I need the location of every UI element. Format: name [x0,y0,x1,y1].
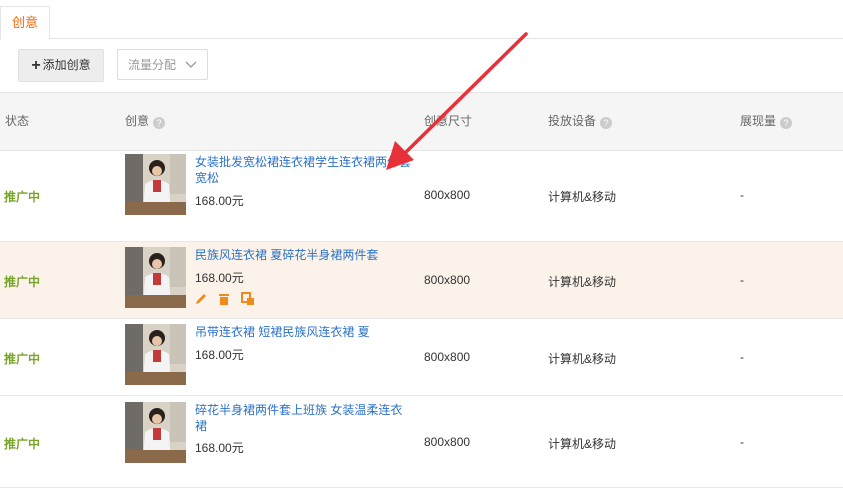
creative-title-link[interactable]: 碎花半身裙两件套上班族 女装温柔连衣裙 [195,402,410,434]
creative-title-link[interactable]: 吊带连衣裙 短裙民族风连衣裙 夏 [195,324,415,340]
device-text: 计算机&移动 [548,437,617,451]
price-text: 168.00元 [195,348,244,362]
impressions-text: - [740,435,744,449]
edit-icon[interactable] [194,292,208,309]
table-row: 推广中 民族风连衣裙 夏碎花半身裙两件套 168.00元 800x800 计算机… [0,242,843,319]
product-thumbnail[interactable] [125,154,186,215]
header-device-label: 投放设备 [548,114,597,128]
size-text: 800x800 [424,435,471,449]
header-impressions-label: 展现量 [740,114,777,128]
help-icon[interactable]: ? [153,117,166,129]
status-text: 推广中 [4,437,41,451]
traffic-allocation-select[interactable]: 流量分配 [117,49,208,80]
status-text: 推广中 [4,190,41,204]
chevron-down-icon [185,61,197,68]
size-text: 800x800 [424,188,471,202]
help-icon[interactable]: ? [600,117,613,129]
table-row: 推广中 碎花半身裙两件套上班族 女装温柔连衣裙 168.00元 800x800 … [0,396,843,488]
toolbar: + 添加创意 流量分配 [0,39,843,91]
tab-bar: 创意 [0,0,843,40]
creative-title-link[interactable]: 民族风连衣裙 夏碎花半身裙两件套 [195,247,415,263]
plus-icon: + [31,57,41,74]
table-row: 推广中 吊带连衣裙 短裙民族风连衣裙 夏 168.00元 800x800 计算机… [0,319,843,396]
copy-icon[interactable] [240,292,255,309]
header-status: 状态 [5,114,30,128]
device-text: 计算机&移动 [548,190,617,204]
product-thumbnail[interactable] [125,247,186,308]
impressions-text: - [740,350,744,364]
product-thumbnail[interactable] [125,402,186,463]
header-creative-label: 创意 [125,114,150,128]
add-creative-label: 添加创意 [42,58,91,72]
header-creative: 创意? [125,93,166,150]
header-size: 创意尺寸 [424,114,473,128]
header-device: 投放设备? [548,93,613,150]
creative-title-link[interactable]: 女装批发宽松裙连衣裙学生连衣裙两件套宽松 [195,154,415,186]
row-actions [194,292,261,309]
table-row: 推广中 女装批发宽松裙连衣裙学生连衣裙两件套宽松 168.00元 800x800… [0,150,843,242]
device-text: 计算机&移动 [548,352,617,366]
help-icon[interactable]: ? [780,117,793,129]
status-text: 推广中 [4,352,41,366]
product-thumbnail[interactable] [125,324,186,385]
header-impressions: 展现量? [740,93,793,150]
impressions-text: - [740,188,744,202]
size-text: 800x800 [424,273,471,287]
price-text: 168.00元 [195,271,244,285]
device-text: 计算机&移动 [548,275,617,289]
add-creative-button[interactable]: + 添加创意 [18,49,104,82]
delete-icon[interactable] [217,292,231,309]
status-text: 推广中 [4,275,41,289]
impressions-text: - [740,273,744,287]
tab-creative[interactable]: 创意 [0,6,50,40]
traffic-allocation-label: 流量分配 [128,58,177,72]
price-text: 168.00元 [195,194,244,208]
price-text: 168.00元 [195,441,244,455]
size-text: 800x800 [424,350,471,364]
table-header: 状态 创意? 创意尺寸 投放设备? 展现量? [0,92,843,151]
